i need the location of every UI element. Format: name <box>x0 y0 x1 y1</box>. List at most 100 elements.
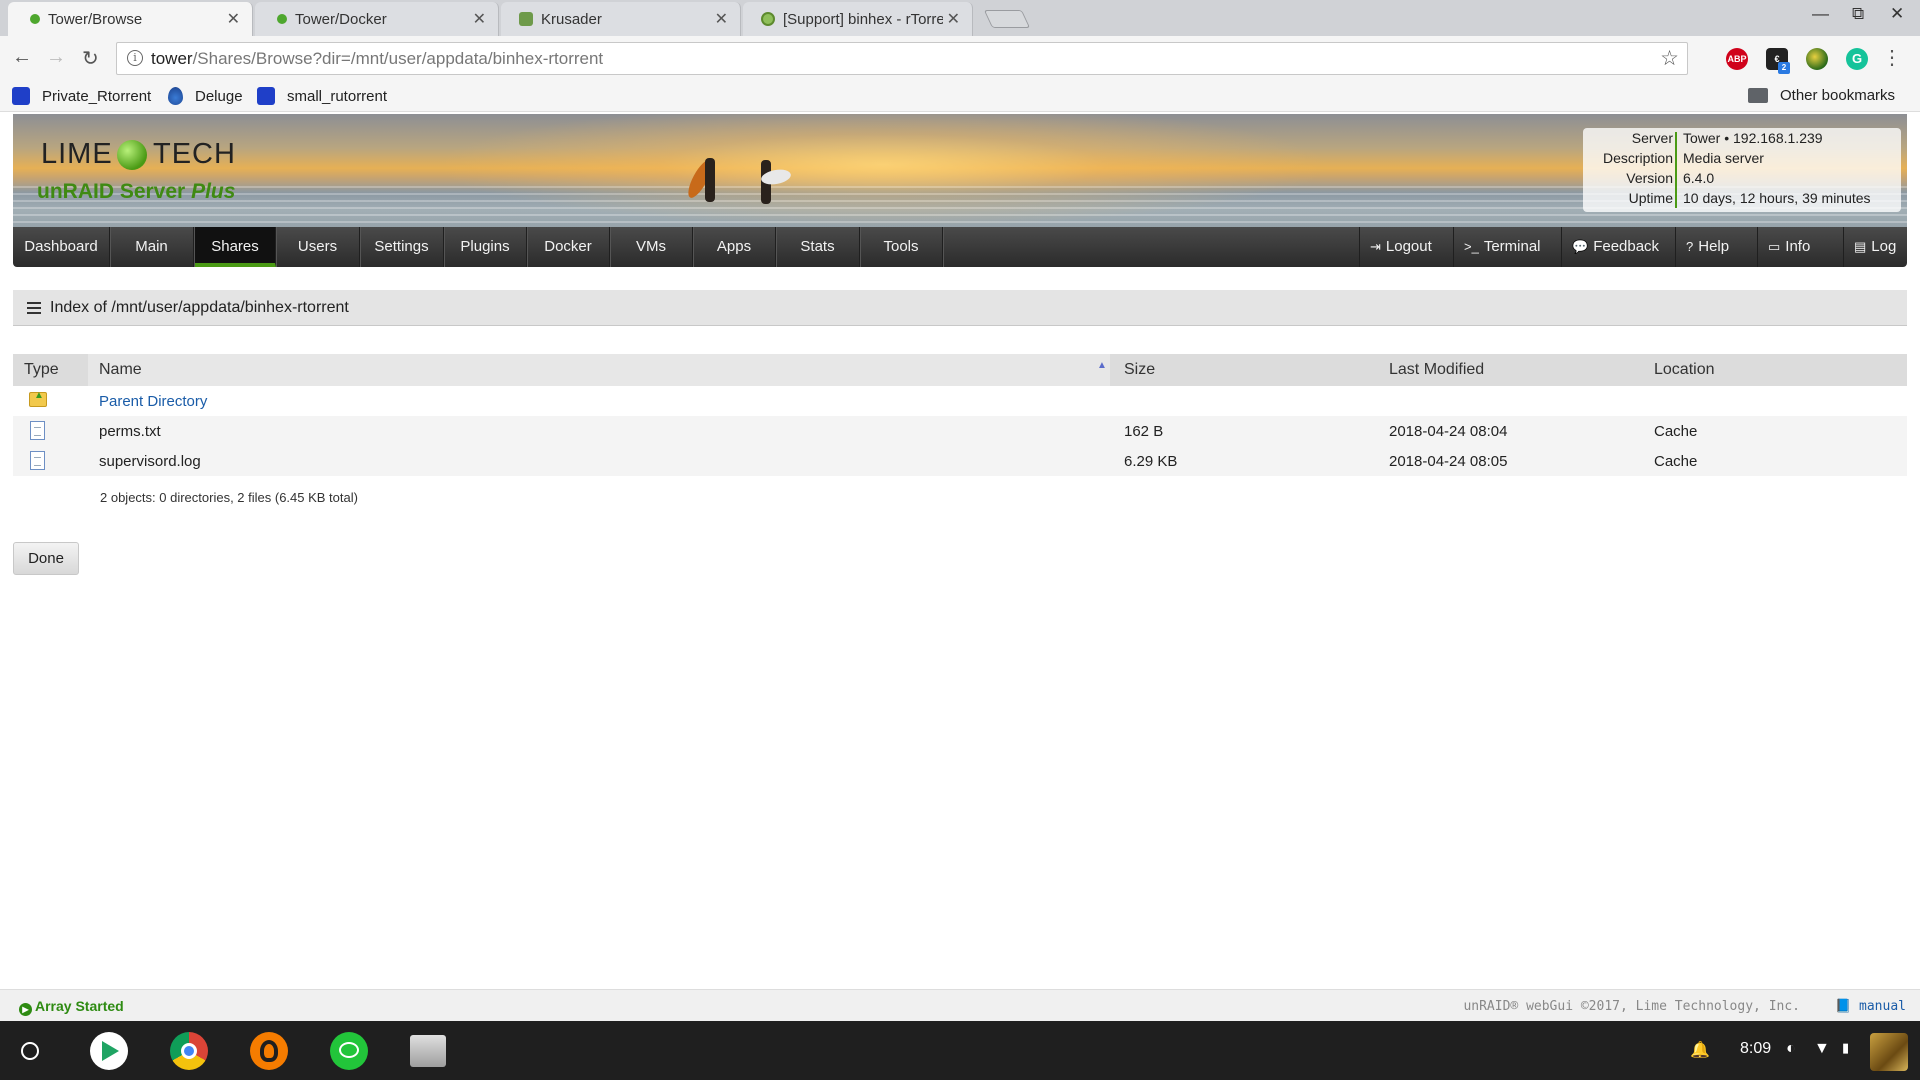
nav-stats[interactable]: Stats <box>776 227 860 267</box>
hamburger-icon[interactable] <box>27 302 41 314</box>
page-title: Index of /mnt/user/appdata/binhex-rtorre… <box>50 299 349 316</box>
nav-tools[interactable]: Tools <box>860 227 943 267</box>
user-avatar[interactable] <box>1870 1033 1908 1071</box>
column-type[interactable]: Type <box>24 354 59 386</box>
nav-users[interactable]: Users <box>276 227 360 267</box>
wifi-icon[interactable]: ▼ <box>1814 1040 1830 1058</box>
nav-shares[interactable]: Shares <box>195 227 276 267</box>
tab-tower-browse[interactable]: Tower/Browse ✕ <box>8 2 253 36</box>
manual-link[interactable]: 📘 manual <box>1835 999 1906 1014</box>
uptime-label: Uptime <box>1628 190 1673 206</box>
close-window-icon[interactable]: ✕ <box>1890 4 1904 24</box>
url-text: tower/Shares/Browse?dir=/mnt/user/appdat… <box>151 49 603 69</box>
monitor-icon: ▭ <box>1768 239 1781 254</box>
version-label: Version <box>1626 170 1673 186</box>
forward-arrow-icon[interactable]: → <box>46 46 66 69</box>
file-size: 162 B <box>1124 423 1164 440</box>
adblock-plus-icon[interactable]: ABP <box>1726 48 1748 70</box>
file-modified: 2018-04-24 08:05 <box>1389 453 1508 470</box>
vpn-keyhole <box>260 1040 278 1062</box>
copyright-text: unRAID® webGui ©2017, Lime Technology, I… <box>1463 999 1800 1014</box>
bookmark-private-rtorrent[interactable]: Private_Rtorrent <box>12 87 151 105</box>
array-status: ▶ Array Started <box>19 998 124 1016</box>
address-bar[interactable]: i tower/Shares/Browse?dir=/mnt/user/appd… <box>116 42 1688 75</box>
bookmark-label: small_rutorrent <box>287 87 388 105</box>
chrome-menu-icon[interactable]: ⋮ <box>1882 45 1902 70</box>
new-tab-button[interactable] <box>983 10 1031 28</box>
done-button[interactable]: Done <box>13 542 79 575</box>
globe-extension-icon[interactable] <box>1806 48 1828 70</box>
terminal-icon: >_ <box>1464 239 1479 254</box>
forum-favicon-icon <box>761 12 775 26</box>
column-name[interactable]: Name <box>99 354 142 386</box>
nav-apps[interactable]: Apps <box>693 227 776 267</box>
play-store-icon[interactable] <box>90 1032 128 1070</box>
clock-time[interactable]: 8:09 <box>1740 1040 1771 1058</box>
hangouts-icon[interactable] <box>330 1032 368 1070</box>
nav-info-label: Info <box>1785 238 1811 255</box>
bookmark-label: Deluge <box>195 87 243 105</box>
table-row[interactable]: Parent Directory <box>13 386 1907 416</box>
night-light-icon[interactable]: ◐ <box>1786 1040 1796 1058</box>
window-app-icon[interactable] <box>410 1035 446 1067</box>
play-icon: ▶ <box>19 1003 32 1016</box>
server-info-row: Server Tower • 192.168.1.239 <box>1583 130 1901 150</box>
nav-docker[interactable]: Docker <box>527 227 610 267</box>
tab-support-binhex[interactable]: [Support] binhex - rTorrent ✕ <box>743 2 973 36</box>
chat-bubble <box>339 1042 359 1058</box>
tab-close-icon[interactable]: ✕ <box>947 9 960 29</box>
browser-toolbar: ← → ↻ i tower/Shares/Browse?dir=/mnt/use… <box>0 36 1920 82</box>
sort-ascending-icon: ▲ <box>1097 360 1107 371</box>
nav-terminal[interactable]: >_ Terminal <box>1453 227 1551 267</box>
tab-close-icon[interactable]: ✕ <box>715 9 728 29</box>
file-name[interactable]: supervisord.log <box>99 453 201 470</box>
nav-dashboard[interactable]: Dashboard <box>13 227 110 267</box>
other-bookmarks-label: Other bookmarks <box>1780 87 1896 104</box>
table-header: Type Name ▲ Size Last Modified Location <box>13 354 1907 386</box>
other-bookmarks[interactable]: Other bookmarks <box>1748 87 1895 104</box>
tab-close-icon[interactable]: ✕ <box>473 9 486 29</box>
table-row[interactable]: perms.txt 162 B 2018-04-24 08:04 Cache <box>13 416 1907 446</box>
minimize-icon[interactable]: — <box>1812 4 1829 24</box>
bookmark-label: Private_Rtorrent <box>42 87 152 105</box>
bookmark-deluge[interactable]: Deluge <box>168 87 243 105</box>
nav-logout[interactable]: ⇥ Logout <box>1359 227 1442 267</box>
grammarly-icon[interactable]: G <box>1846 48 1868 70</box>
book-icon: 📘 <box>1835 999 1852 1014</box>
vpn-app-icon[interactable] <box>250 1032 288 1070</box>
section-title-bar: Index of /mnt/user/appdata/binhex-rtorre… <box>13 290 1907 326</box>
site-info-icon[interactable]: i <box>127 50 143 66</box>
tab-close-icon[interactable]: ✕ <box>227 9 240 29</box>
unraid-header-banner: LIME TECH unRAID Server Plus Server Towe… <box>13 114 1907 227</box>
table-row[interactable]: supervisord.log 6.29 KB 2018-04-24 08:05… <box>13 446 1907 476</box>
nav-main[interactable]: Main <box>110 227 194 267</box>
column-location[interactable]: Location <box>1654 354 1715 386</box>
notification-bell-icon[interactable]: 🔔 <box>1690 1040 1710 1060</box>
battery-icon[interactable]: ▮ <box>1842 1040 1849 1056</box>
file-name[interactable]: Parent Directory <box>99 393 207 410</box>
reload-icon[interactable]: ↻ <box>82 46 99 71</box>
nav-log[interactable]: ▤ Log <box>1843 227 1906 267</box>
nav-feedback[interactable]: 💬 Feedback <box>1561 227 1669 267</box>
unraid-favicon-icon <box>30 14 40 24</box>
nav-help[interactable]: ? Help <box>1675 227 1739 267</box>
nav-plugins[interactable]: Plugins <box>444 227 527 267</box>
nav-logout-label: Logout <box>1385 238 1432 255</box>
description-label: Description <box>1602 150 1673 166</box>
tab-title: Tower/Browse <box>48 10 143 28</box>
back-arrow-icon[interactable]: ← <box>12 46 32 69</box>
nav-settings[interactable]: Settings <box>360 227 444 267</box>
chrome-icon[interactable] <box>170 1032 208 1070</box>
column-size[interactable]: Size <box>1124 354 1155 386</box>
file-name[interactable]: perms.txt <box>99 423 161 440</box>
nav-info[interactable]: ▭ Info <box>1757 227 1820 267</box>
nav-vms[interactable]: VMs <box>610 227 693 267</box>
tab-tower-docker[interactable]: Tower/Docker ✕ <box>255 2 499 36</box>
bookmark-star-icon[interactable]: ☆ <box>1660 46 1679 71</box>
tab-krusader[interactable]: Krusader ✕ <box>501 2 741 36</box>
server-info-box: Server Tower • 192.168.1.239 Description… <box>1583 128 1901 212</box>
launcher-icon[interactable] <box>21 1042 39 1060</box>
maximize-icon[interactable]: ⧉ <box>1852 4 1864 24</box>
bookmark-small-rutorrent[interactable]: small_rutorrent <box>257 87 387 105</box>
column-last-modified[interactable]: Last Modified <box>1389 354 1484 386</box>
